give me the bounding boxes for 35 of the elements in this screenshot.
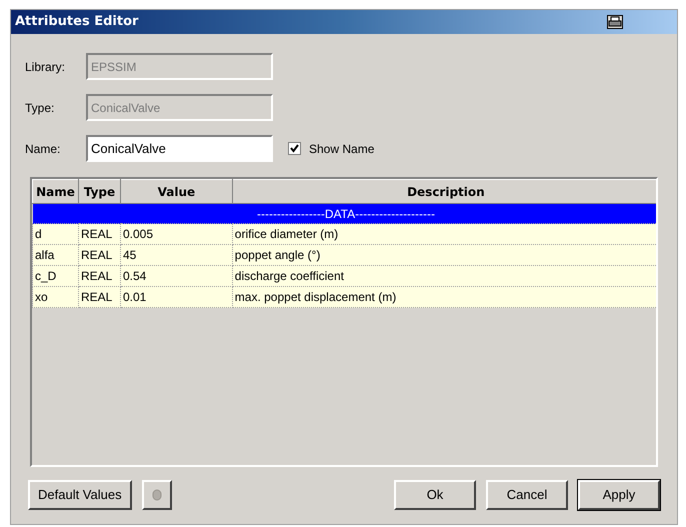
field-label: Library: (25, 58, 66, 76)
table-cell: 45 (120, 244, 232, 266)
table-cell: 0.54 (120, 266, 232, 286)
checkbox-label[interactable]: Show Name (309, 140, 374, 158)
table-cell: c_D (32, 266, 78, 286)
table-cell: 0.01 (120, 286, 232, 308)
column-header[interactable]: Description (232, 180, 656, 204)
window-title: Attributes Editor (15, 13, 138, 32)
table-cell: alfa (32, 244, 78, 266)
column-header[interactable]: Value (120, 180, 232, 204)
table-cell: max. poppet displacement (m) (232, 286, 656, 308)
icon-button[interactable] (142, 480, 172, 510)
column-header[interactable]: Type (78, 180, 120, 204)
table-cell: d (32, 224, 78, 244)
field-label: Type: (25, 100, 56, 116)
group-row[interactable]: -----------------DATA-------------------- (32, 204, 656, 224)
table-cell: REAL (78, 266, 120, 286)
dialog-button[interactable]: Ok (394, 480, 476, 510)
table-cell: REAL (78, 244, 120, 266)
dialog-button[interactable]: Default Values (28, 480, 132, 510)
checkbox[interactable] (288, 142, 301, 155)
table-cell: discharge coefficient (232, 266, 656, 286)
printer-icon[interactable] (607, 15, 623, 29)
text-field[interactable]: ConicalValve (86, 135, 273, 162)
dialog-button[interactable]: Cancel (486, 480, 568, 510)
table-cell: REAL (78, 224, 120, 244)
table-cell: 0.005 (120, 224, 232, 244)
mouse-icon (152, 489, 162, 501)
dialog-button[interactable]: Apply (578, 480, 660, 510)
table-cell: xo (32, 286, 78, 308)
table-cell: poppet angle (°) (232, 244, 656, 266)
field-label: Name: (25, 140, 62, 158)
column-header[interactable]: Name (32, 180, 78, 204)
table-cell: REAL (78, 286, 120, 308)
table-cell: orifice diameter (m) (232, 224, 656, 244)
